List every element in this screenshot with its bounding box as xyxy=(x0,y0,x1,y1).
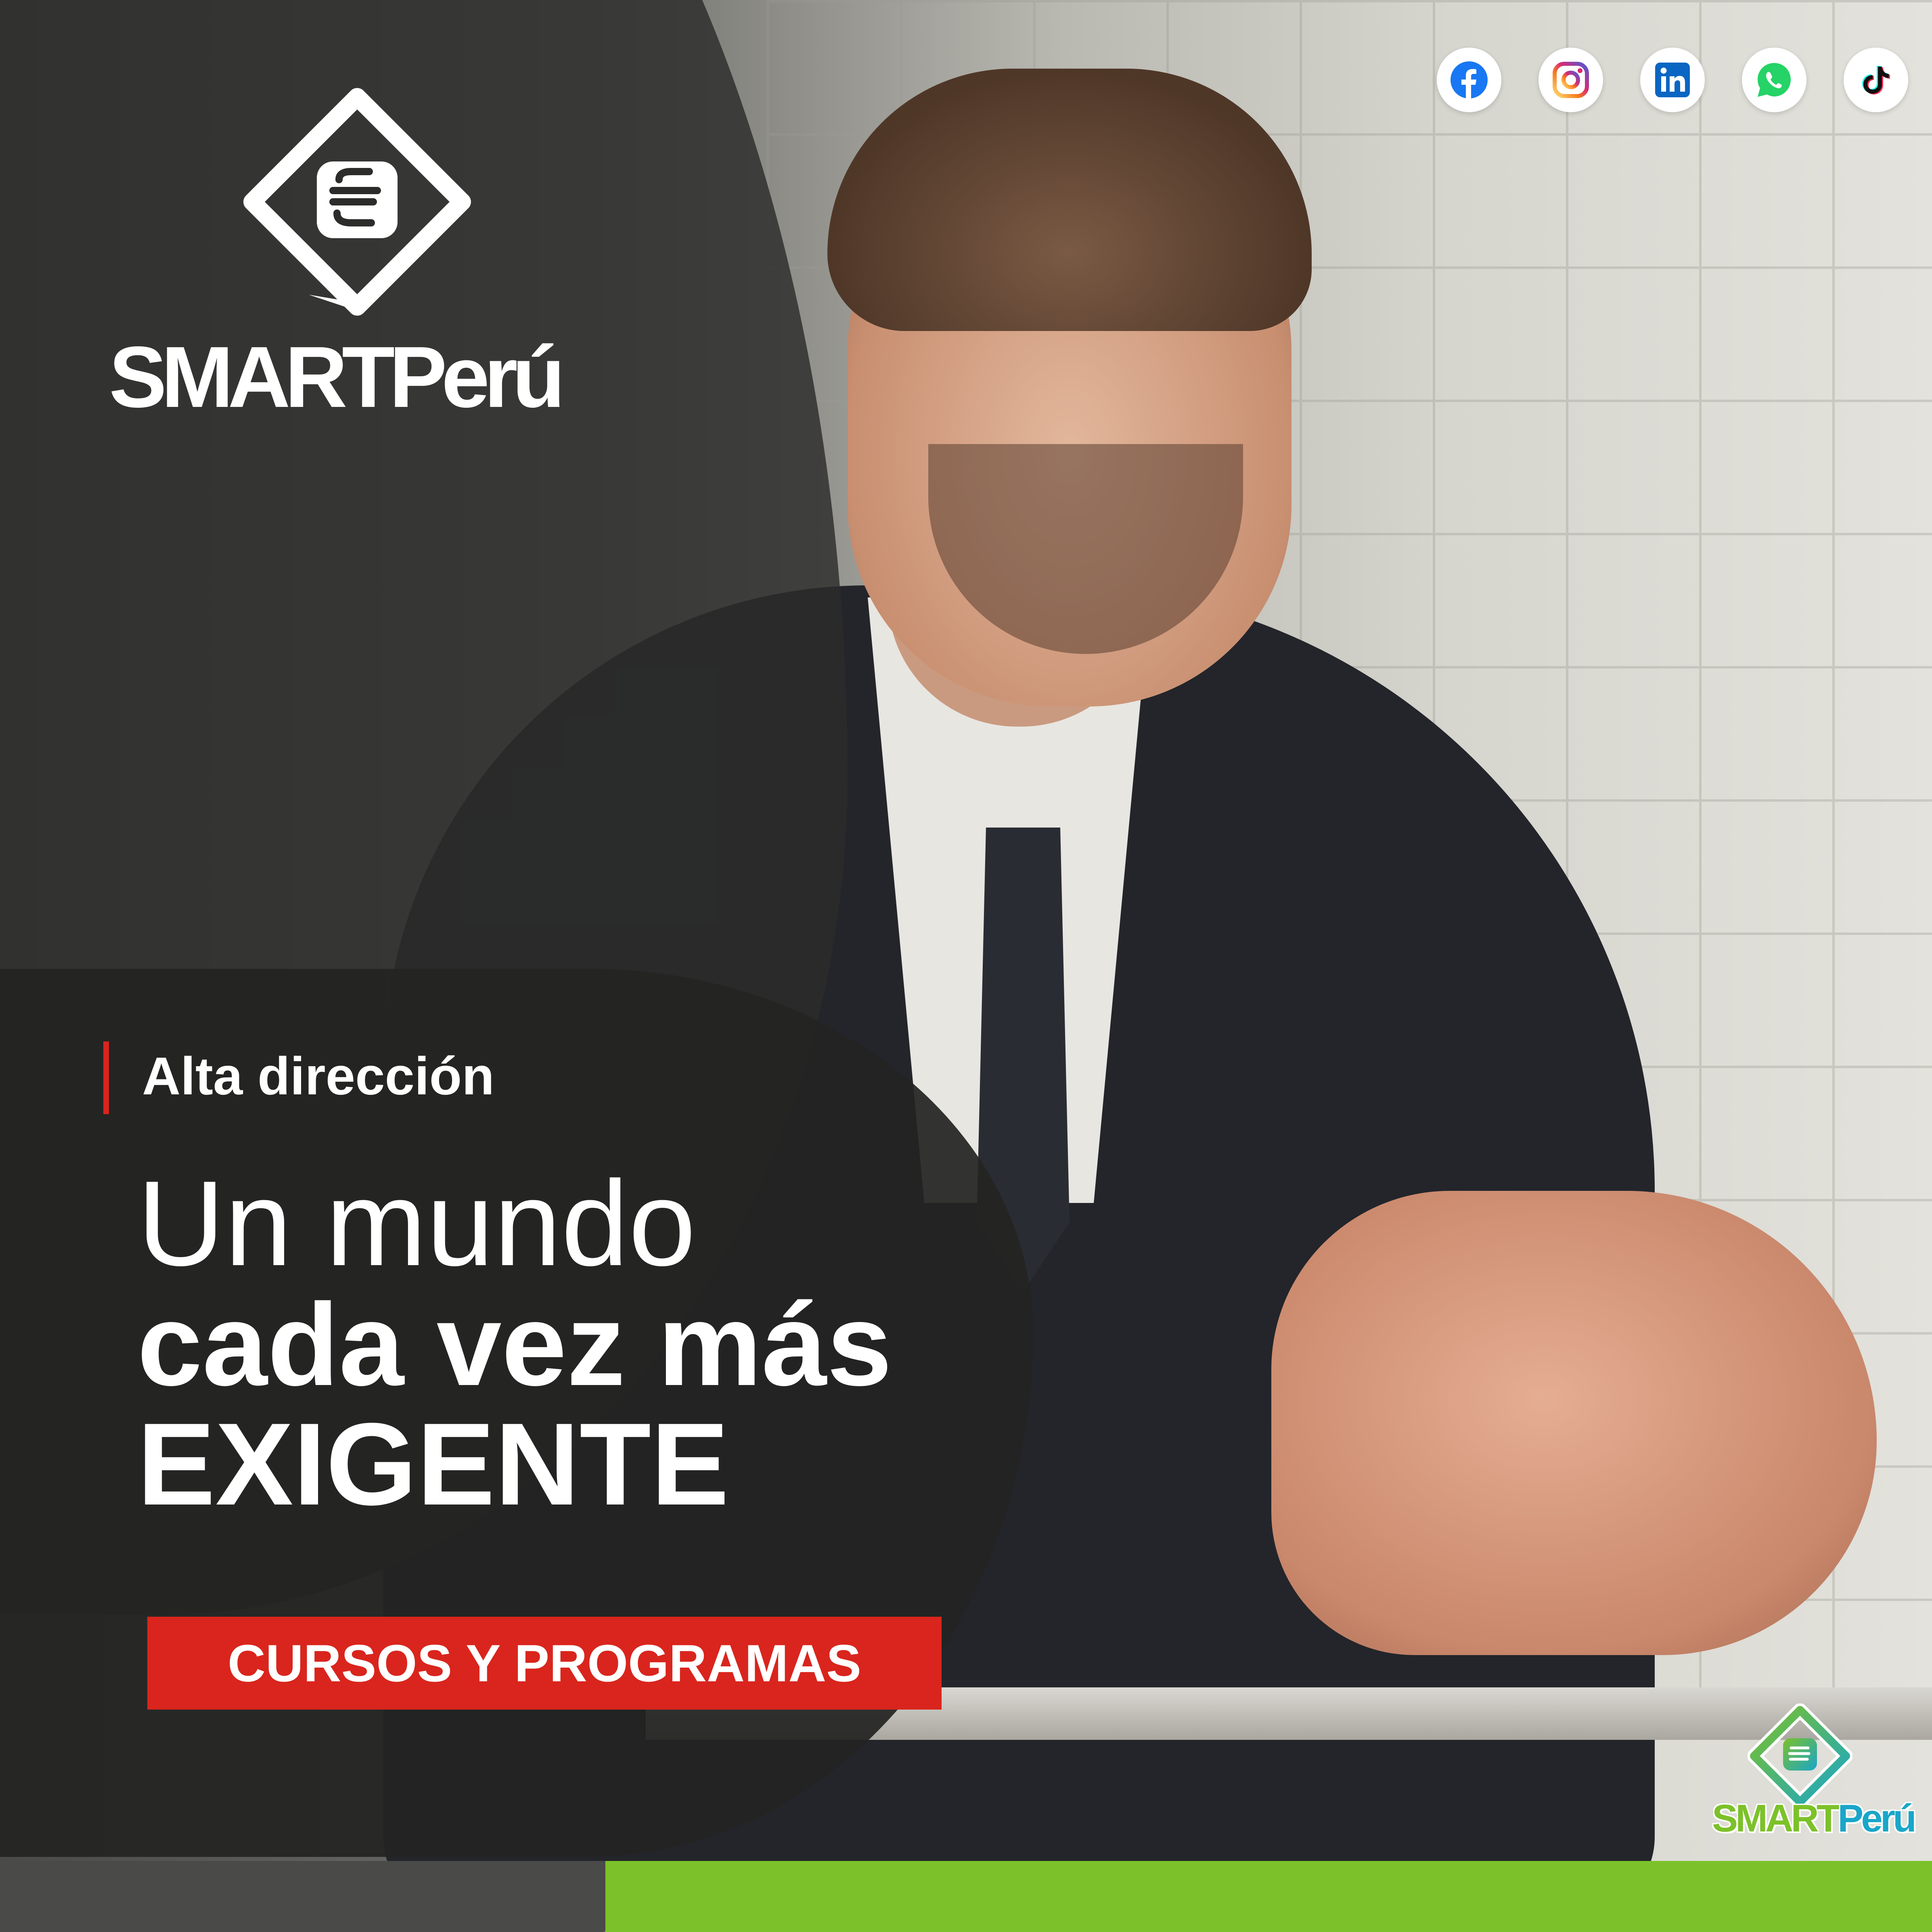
smartperu-logo-icon xyxy=(243,88,471,316)
promo-banner: SMARTPerú Alta dirección Un mundo cada v… xyxy=(0,0,1932,1932)
courses-programs-button[interactable]: CURSOS Y PROGRAMAS xyxy=(147,1617,942,1710)
linkedin-icon xyxy=(1655,63,1690,97)
mini-brand-part2: Perú xyxy=(1838,1797,1916,1840)
headline-line-3: EXIGENTE xyxy=(137,1399,729,1530)
kicker-accent-bar xyxy=(103,1041,109,1114)
headline: Un mundo cada vez más EXIGENTE xyxy=(137,1163,892,1523)
instagram-icon xyxy=(1553,62,1589,98)
social-links xyxy=(1437,48,1908,112)
facebook-link[interactable] xyxy=(1437,48,1501,112)
instagram-link[interactable] xyxy=(1538,48,1603,112)
tiktok-link[interactable] xyxy=(1844,48,1908,112)
facebook-icon xyxy=(1451,61,1488,99)
brand-name: SMARTPerú xyxy=(109,328,565,425)
whatsapp-icon xyxy=(1758,63,1791,97)
headline-line-2: cada vez más xyxy=(137,1279,892,1410)
mini-brand-name: SMARTPerú xyxy=(1712,1796,1917,1841)
tiktok-icon xyxy=(1862,66,1890,94)
linkedin-link[interactable] xyxy=(1640,48,1705,112)
category-label: Alta dirección xyxy=(142,1046,494,1106)
whatsapp-link[interactable] xyxy=(1742,48,1806,112)
headline-line-1: Un mundo xyxy=(137,1155,696,1291)
person-hands xyxy=(1271,1191,1877,1655)
bottom-gray-band xyxy=(0,1861,686,1932)
mini-brand-part1: SMART xyxy=(1712,1797,1840,1840)
bottom-green-band xyxy=(605,1861,1932,1932)
person-hair xyxy=(827,69,1312,331)
smartperu-mini-logo-icon xyxy=(1748,1704,1852,1808)
